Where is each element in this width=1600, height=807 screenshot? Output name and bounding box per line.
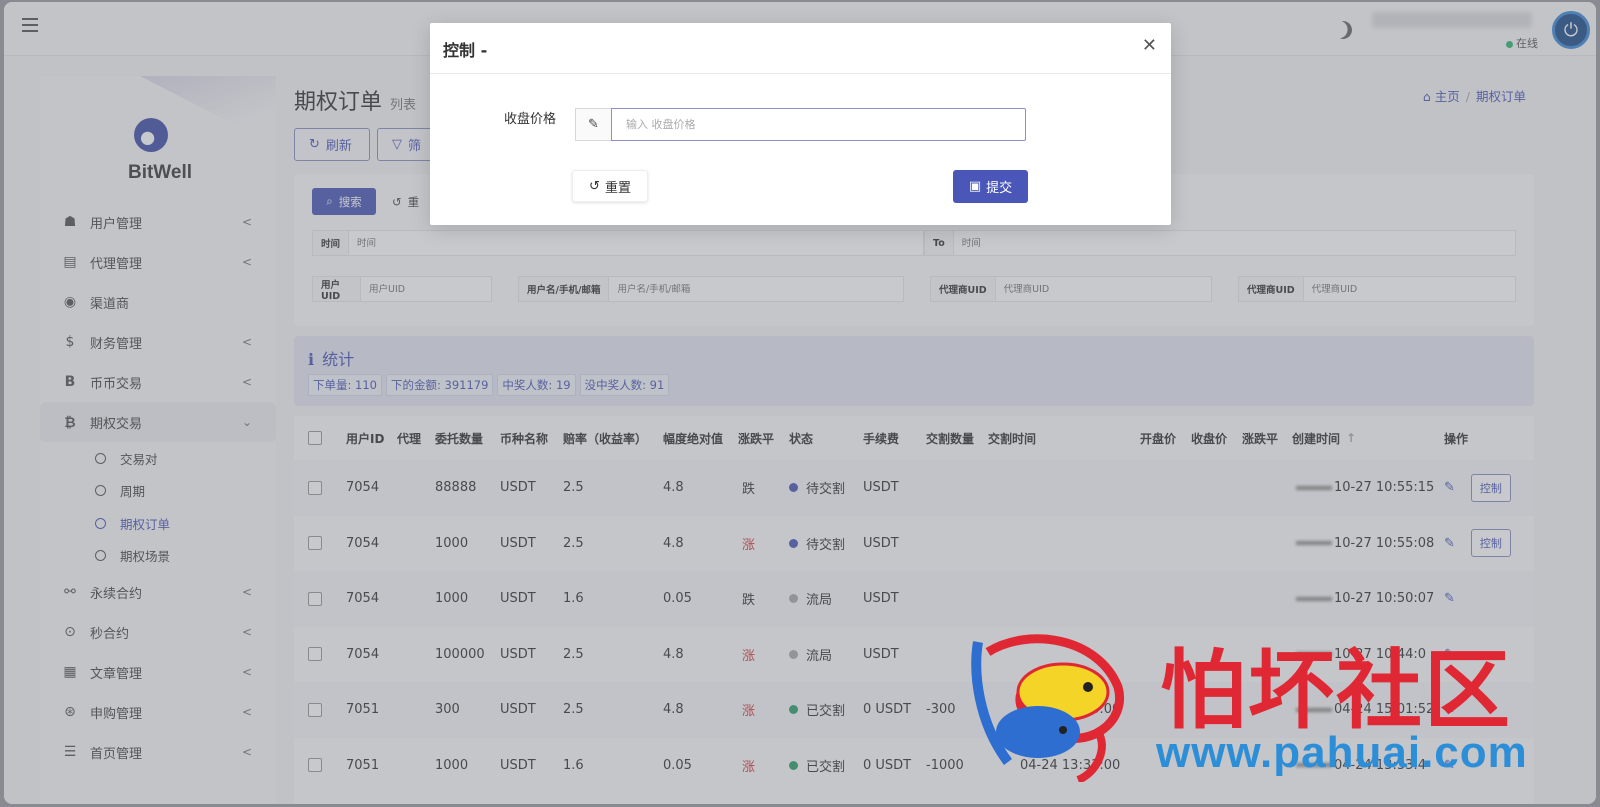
watermark-text: 怕坏社区 — [1160, 640, 1512, 741]
modal-title: 控制 - — [443, 41, 488, 60]
watermark-fish-logo — [971, 634, 1124, 782]
close-icon[interactable]: ✕ — [1142, 35, 1157, 56]
modal-header: 控制 - ✕ — [430, 23, 1171, 74]
close-price-label: 收盘价格 — [504, 112, 557, 127]
undo-icon: ↺ — [589, 178, 600, 194]
modal-reset-button[interactable]: ↺ 重置 — [572, 170, 648, 202]
control-modal: 控制 - ✕ 收盘价格 ✎ ↺重置 ▣提交 — [430, 23, 1171, 225]
close-price-input[interactable] — [611, 108, 1026, 141]
save-icon: ▣ — [968, 179, 982, 194]
pencil-icon: ✎ — [575, 108, 611, 141]
modal-submit-button[interactable]: ▣ 提交 — [953, 170, 1028, 203]
watermark-url: www.pahuai.com — [1156, 728, 1528, 777]
